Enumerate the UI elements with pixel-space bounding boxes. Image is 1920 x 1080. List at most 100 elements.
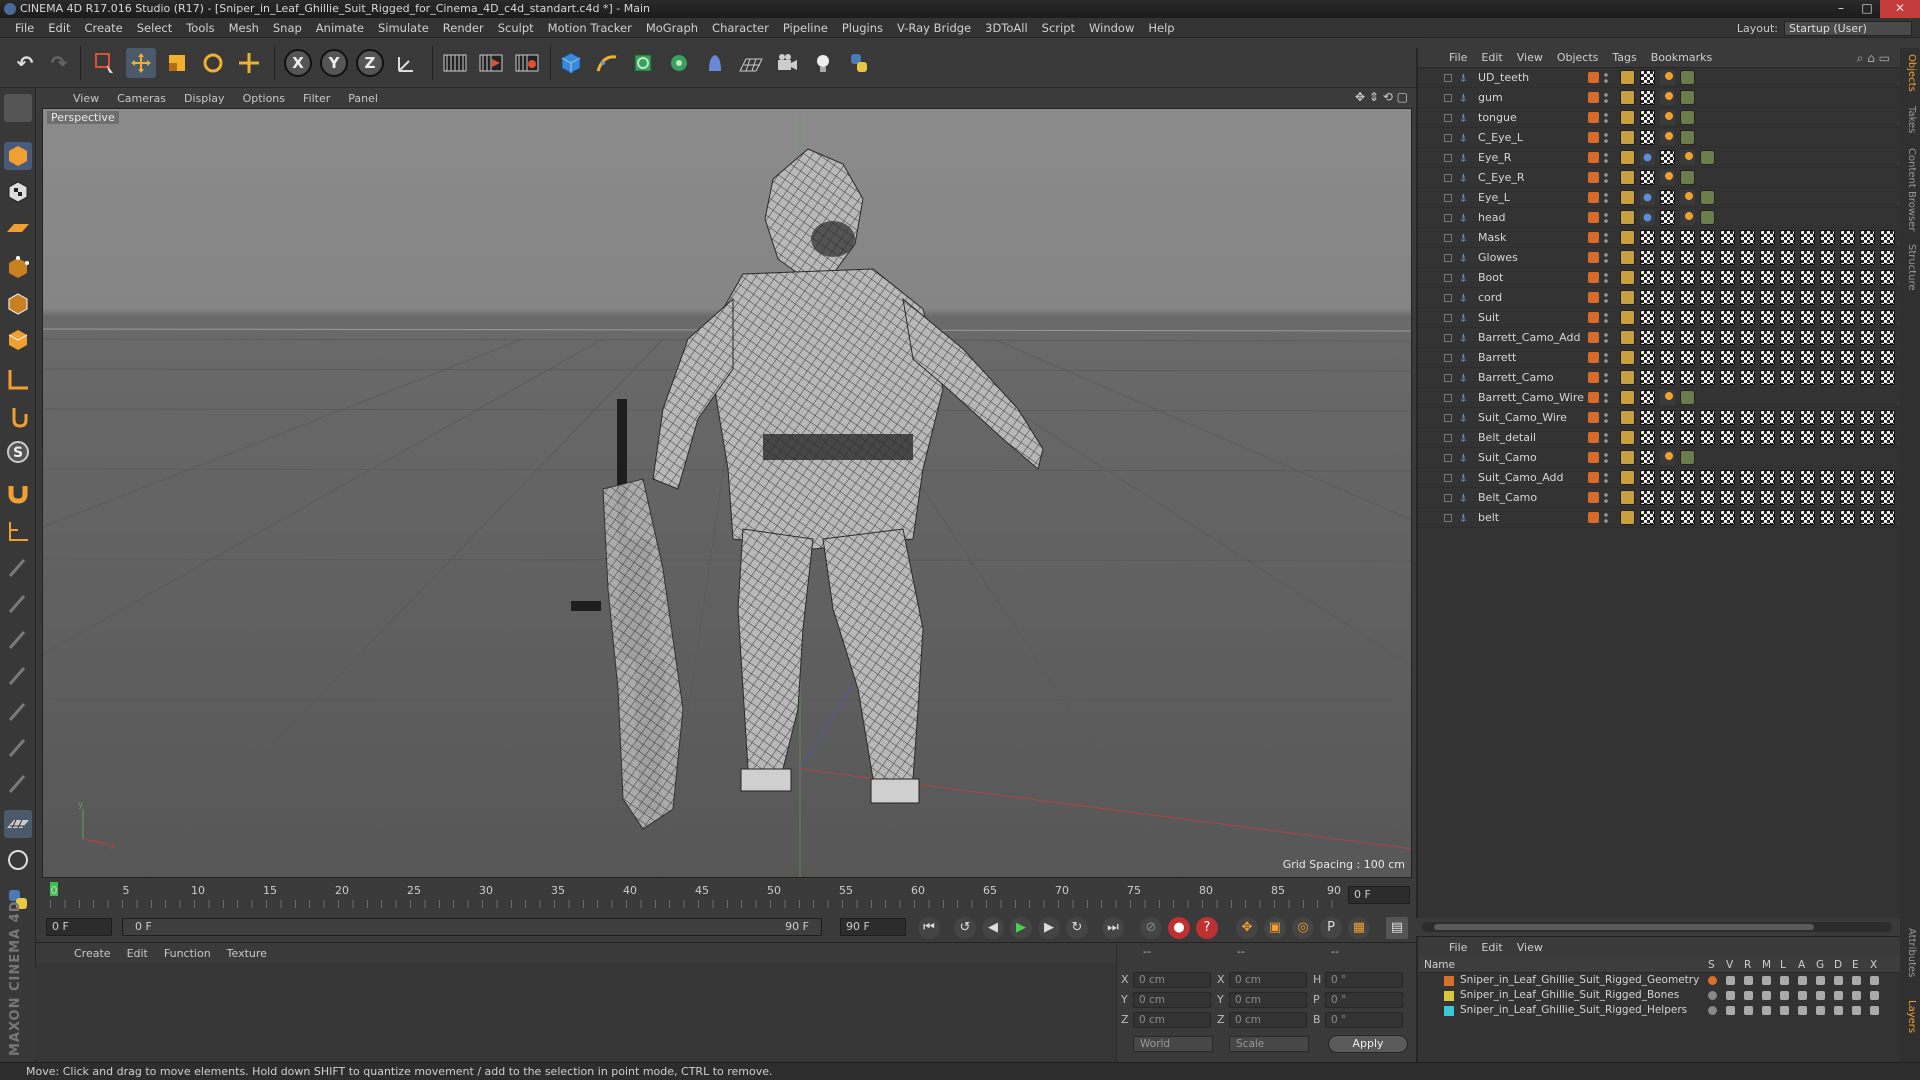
- object-name[interactable]: Eye_L: [1478, 191, 1510, 204]
- material-tag-icon[interactable]: [1760, 370, 1775, 385]
- coordinate-system-icon[interactable]: [392, 48, 422, 78]
- material-tag-icon[interactable]: [1700, 370, 1715, 385]
- material-tag-icon[interactable]: [1760, 290, 1775, 305]
- edges-mode-icon[interactable]: [4, 290, 32, 318]
- visibility-dots-icon[interactable]: [1604, 352, 1608, 364]
- material-tag-icon[interactable]: [1720, 510, 1735, 525]
- material-tag-icon[interactable]: [1720, 310, 1735, 325]
- material-tag-icon[interactable]: [1640, 230, 1655, 245]
- layer-color-swatch[interactable]: [1588, 172, 1599, 183]
- material-menu-texture[interactable]: Texture: [219, 947, 275, 960]
- menu-mesh[interactable]: Mesh: [222, 21, 266, 35]
- brush-p-tool-icon[interactable]: [4, 590, 32, 618]
- current-frame-field[interactable]: 0 F: [1348, 886, 1410, 904]
- material-tag-icon[interactable]: [1680, 230, 1695, 245]
- object-name[interactable]: C_Eye_R: [1478, 171, 1525, 184]
- skin-tag-icon[interactable]: [1680, 130, 1695, 145]
- object-name[interactable]: Suit: [1478, 311, 1499, 324]
- material-tag-icon[interactable]: [1680, 430, 1695, 445]
- material-tag-icon[interactable]: [1880, 330, 1895, 345]
- brush-m-tool-icon[interactable]: [4, 734, 32, 762]
- start-frame-field[interactable]: 0 F: [46, 918, 112, 936]
- material-tag-icon[interactable]: [1700, 230, 1715, 245]
- phong-tag-icon[interactable]: [1620, 250, 1635, 265]
- layer-flag-icon[interactable]: [1762, 1006, 1771, 1015]
- material-tag-icon[interactable]: [1640, 490, 1655, 505]
- visibility-dots-icon[interactable]: [1604, 412, 1608, 424]
- material-tag-icon[interactable]: [1680, 250, 1695, 265]
- axis-mode-icon[interactable]: [4, 366, 32, 394]
- layer-flag-icon[interactable]: [1708, 1006, 1717, 1015]
- visibility-dots-icon[interactable]: [1604, 472, 1608, 484]
- material-tag-icon[interactable]: [1740, 310, 1755, 325]
- material-tag-icon[interactable]: [1820, 310, 1835, 325]
- camera-icon[interactable]: [772, 48, 802, 78]
- object-row[interactable]: ⍋ belt: [1418, 508, 1902, 528]
- key-scale-icon[interactable]: ▣: [1264, 917, 1286, 939]
- object-name[interactable]: Mask: [1478, 231, 1506, 244]
- material-tag-icon[interactable]: [1760, 270, 1775, 285]
- phong-tag-icon[interactable]: [1620, 190, 1635, 205]
- object-name[interactable]: Barrett: [1478, 351, 1516, 364]
- material-tag-icon[interactable]: [1640, 250, 1655, 265]
- material-tag-icon[interactable]: [1740, 290, 1755, 305]
- object-name[interactable]: Belt_Camo: [1478, 491, 1537, 504]
- phong-tag-icon[interactable]: [1620, 450, 1635, 465]
- material-tag-icon[interactable]: [1840, 350, 1855, 365]
- expand-toggle-icon[interactable]: [1444, 494, 1452, 502]
- layer-row[interactable]: Sniper_in_Leaf_Ghillie_Suit_Rigged_Geome…: [1418, 973, 1902, 988]
- material-tag-icon[interactable]: [1740, 250, 1755, 265]
- object-row[interactable]: ⍋ Suit_Camo_Add: [1418, 468, 1902, 488]
- layer-color-swatch[interactable]: [1588, 112, 1599, 123]
- material-tag-icon[interactable]: [1880, 310, 1895, 325]
- object-manager-search-icon[interactable]: ⌕ ⌂ ▭: [1857, 51, 1890, 66]
- cube-object-icon[interactable]: [556, 48, 586, 78]
- object-name[interactable]: Suit_Camo: [1478, 451, 1537, 464]
- object-row[interactable]: ⍋ Mask: [1418, 228, 1902, 248]
- objects-menu-file[interactable]: File: [1442, 51, 1474, 64]
- make-editable-icon[interactable]: [4, 94, 32, 122]
- layer-color-swatch[interactable]: [1588, 312, 1599, 323]
- material-tag-icon[interactable]: [1820, 370, 1835, 385]
- material-tag-icon[interactable]: [1680, 290, 1695, 305]
- layer-color-swatch[interactable]: [1588, 432, 1599, 443]
- material-tag-icon[interactable]: [1720, 250, 1735, 265]
- object-row[interactable]: ⍋ Suit_Camo: [1418, 448, 1902, 468]
- scale-tool-icon[interactable]: [162, 48, 192, 78]
- object-name[interactable]: Glowes: [1478, 251, 1518, 264]
- layer-color-swatch[interactable]: [1588, 452, 1599, 463]
- object-name[interactable]: head: [1478, 211, 1505, 224]
- material-tag-icon[interactable]: [1820, 410, 1835, 425]
- menu-mograph[interactable]: MoGraph: [639, 21, 705, 35]
- object-row[interactable]: ⍋ Suit: [1418, 308, 1902, 328]
- material-tag-icon[interactable]: [1700, 350, 1715, 365]
- material-tag-icon[interactable]: [1880, 410, 1895, 425]
- object-name[interactable]: gum: [1478, 91, 1503, 104]
- layer-flag-icon[interactable]: [1798, 1006, 1807, 1015]
- layer-color-swatch[interactable]: [1444, 976, 1454, 986]
- phong-tag-icon[interactable]: [1620, 370, 1635, 385]
- object-name[interactable]: Barrett_Camo_Add: [1478, 331, 1580, 344]
- material-tag-icon[interactable]: [1780, 350, 1795, 365]
- material-tag-icon[interactable]: [1640, 450, 1655, 465]
- material-tag-icon[interactable]: [1840, 250, 1855, 265]
- material-tag-icon[interactable]: [1640, 370, 1655, 385]
- live-selection-icon[interactable]: [90, 48, 120, 78]
- material-tag-icon[interactable]: [1880, 350, 1895, 365]
- material-tag-icon[interactable]: [1720, 350, 1735, 365]
- menu-window[interactable]: Window: [1082, 21, 1141, 35]
- material-tag-icon[interactable]: [1820, 430, 1835, 445]
- material-tag-icon[interactable]: [1640, 310, 1655, 325]
- layer-color-swatch[interactable]: [1588, 352, 1599, 363]
- material-tag-icon[interactable]: [1640, 330, 1655, 345]
- rotation-b-field[interactable]: 0 °: [1325, 1012, 1403, 1028]
- key-pla-icon[interactable]: ▦: [1348, 917, 1370, 939]
- material-tag-icon[interactable]: [1740, 230, 1755, 245]
- object-row[interactable]: ⍋ Barrett: [1418, 348, 1902, 368]
- viewport-camera-label[interactable]: Perspective: [47, 111, 119, 124]
- timeline-ruler[interactable]: 0 5 10 15 20 25 30 35 40 45 50 55 60 65 …: [42, 878, 1412, 916]
- ik-tag-icon[interactable]: [1640, 210, 1655, 225]
- material-tag-icon[interactable]: [1700, 270, 1715, 285]
- record-active-icon[interactable]: ⊘: [1140, 917, 1162, 939]
- menu-render[interactable]: Render: [436, 21, 491, 35]
